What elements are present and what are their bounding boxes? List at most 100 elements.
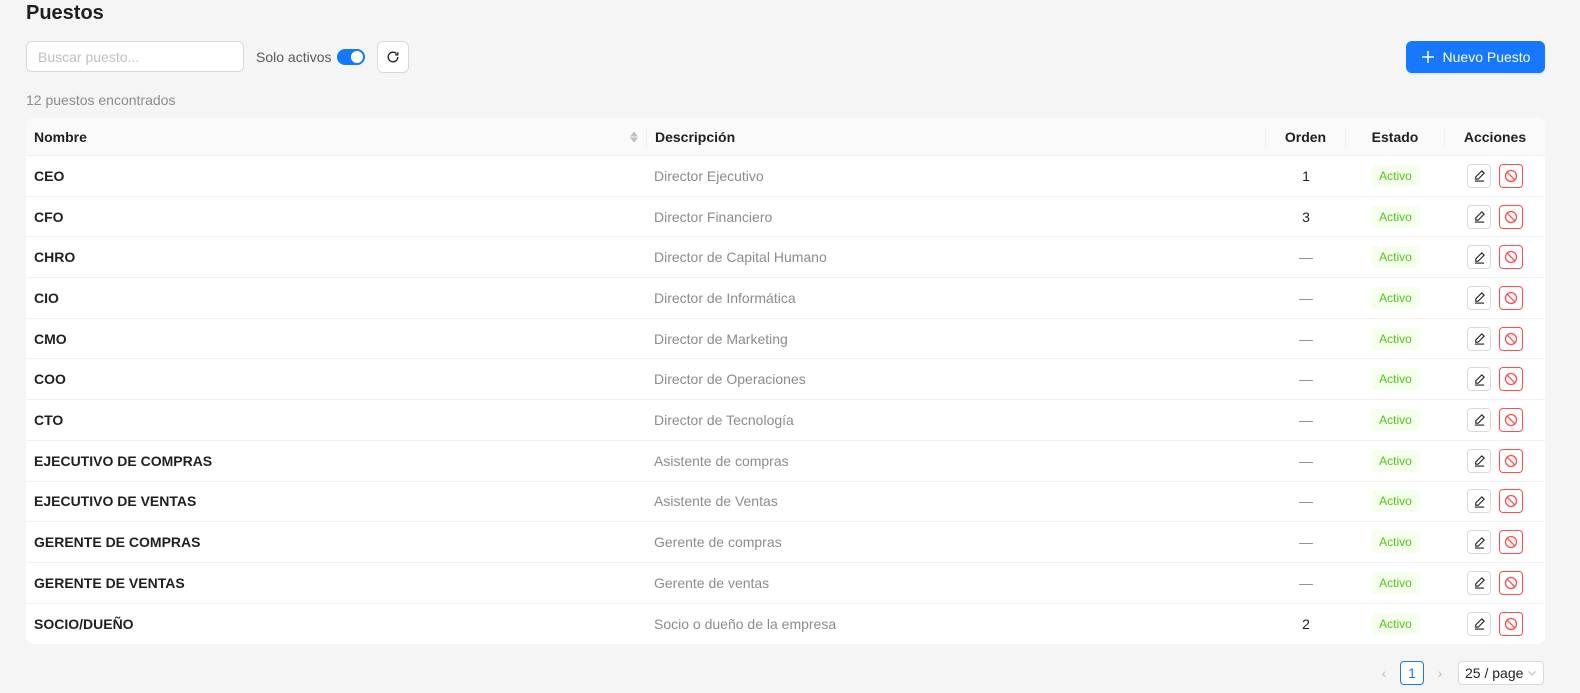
position-description: Director Ejecutivo xyxy=(654,167,764,184)
column-header-label: Estado xyxy=(1371,128,1419,145)
deactivate-button[interactable] xyxy=(1499,204,1523,229)
position-name: CHRO xyxy=(34,249,76,266)
table-row: CEO Director Ejecutivo 1 Activo xyxy=(26,156,1545,197)
cell-estado: Activo xyxy=(1346,278,1445,318)
edit-button[interactable] xyxy=(1467,204,1491,229)
cell-descripcion: Director de Operaciones xyxy=(646,359,1266,399)
cell-orden: 1 xyxy=(1266,156,1346,196)
cell-estado: Activo xyxy=(1346,604,1445,645)
edit-button[interactable] xyxy=(1467,163,1491,188)
position-order: — xyxy=(1299,289,1313,306)
position-order: 2 xyxy=(1302,615,1310,632)
chevron-left-icon[interactable]: ‹ xyxy=(1376,665,1392,681)
status-badge: Activo xyxy=(1371,490,1420,513)
position-order: — xyxy=(1299,452,1313,469)
cell-acciones xyxy=(1445,197,1545,237)
results-count: 12 puestos encontrados xyxy=(26,92,176,108)
cell-nombre: SOCIO/DUEÑO xyxy=(26,604,646,645)
position-description: Asistente de compras xyxy=(654,452,789,469)
column-header-nombre[interactable]: Nombre xyxy=(26,118,646,155)
pagination: ‹ 1 › 25 / page xyxy=(1376,661,1544,685)
new-position-button[interactable]: Nuevo Puesto xyxy=(1406,41,1545,73)
deactivate-button[interactable] xyxy=(1499,570,1523,595)
cell-nombre: CIO xyxy=(26,278,646,318)
block-icon xyxy=(1504,251,1518,264)
active-only-toggle[interactable] xyxy=(337,49,365,65)
position-description: Director de Informática xyxy=(654,289,796,306)
page-size-select[interactable]: 25 / page xyxy=(1458,661,1544,685)
cell-estado: Activo xyxy=(1346,156,1445,196)
status-badge: Activo xyxy=(1371,246,1420,269)
edit-button[interactable] xyxy=(1467,530,1491,555)
edit-icon xyxy=(1474,373,1485,386)
cell-nombre: GERENTE DE COMPRAS xyxy=(26,522,646,562)
cell-acciones xyxy=(1445,563,1545,603)
cell-orden: — xyxy=(1266,563,1346,603)
position-name: CFO xyxy=(34,208,64,225)
page-size-value: 25 / page xyxy=(1465,665,1524,681)
position-order: — xyxy=(1299,371,1313,388)
deactivate-button[interactable] xyxy=(1499,285,1523,310)
page-number[interactable]: 1 xyxy=(1400,661,1424,685)
status-badge: Activo xyxy=(1371,612,1420,635)
deactivate-button[interactable] xyxy=(1499,407,1523,432)
edit-icon xyxy=(1474,333,1485,345)
cell-nombre: EJECUTIVO DE VENTAS xyxy=(26,482,646,522)
position-description: Socio o dueño de la empresa xyxy=(654,615,837,632)
cell-nombre: CEO xyxy=(26,156,646,196)
cell-orden: — xyxy=(1266,441,1346,481)
deactivate-button[interactable] xyxy=(1499,367,1523,392)
position-name: CTO xyxy=(34,411,64,428)
table-row: GERENTE DE VENTAS Gerente de ventas — Activ… xyxy=(26,563,1545,604)
cell-descripcion: Director de Tecnología xyxy=(646,400,1266,440)
deactivate-button[interactable] xyxy=(1499,245,1523,270)
position-name: CMO xyxy=(34,330,67,347)
edit-icon xyxy=(1474,211,1485,223)
table-row: CTO Director de Tecnología — Activo xyxy=(26,400,1545,441)
refresh-icon xyxy=(387,51,399,63)
column-header-label: Nombre xyxy=(34,128,87,145)
deactivate-button[interactable] xyxy=(1499,611,1523,636)
column-header-label: Descripción xyxy=(655,128,736,145)
cell-estado: Activo xyxy=(1346,522,1445,562)
edit-icon xyxy=(1474,414,1485,427)
cell-descripcion: Director Financiero xyxy=(646,197,1266,237)
position-order: — xyxy=(1299,249,1313,266)
cell-orden: 3 xyxy=(1266,197,1346,237)
edit-icon xyxy=(1474,170,1485,182)
cell-nombre: CMO xyxy=(26,319,646,359)
chevron-right-icon[interactable]: › xyxy=(1432,665,1448,681)
edit-icon xyxy=(1474,618,1485,631)
table-row: SOCIO/DUEÑO Socio o dueño de la empresa 2 A… xyxy=(26,604,1545,645)
deactivate-button[interactable] xyxy=(1499,326,1523,351)
position-name: GERENTE DE COMPRAS xyxy=(34,534,201,551)
cell-descripcion: Asistente de compras xyxy=(646,441,1266,481)
deactivate-button[interactable] xyxy=(1499,448,1523,473)
search-input[interactable] xyxy=(26,41,244,72)
deactivate-button[interactable] xyxy=(1499,530,1523,555)
position-description: Asistente de Ventas xyxy=(654,493,778,510)
deactivate-button[interactable] xyxy=(1499,163,1523,188)
deactivate-button[interactable] xyxy=(1499,489,1523,514)
table-row: CIO Director de Informática — Activo xyxy=(26,278,1545,319)
edit-button[interactable] xyxy=(1467,570,1491,595)
edit-button[interactable] xyxy=(1467,326,1491,351)
block-icon xyxy=(1504,454,1518,467)
cell-acciones xyxy=(1445,400,1545,440)
edit-button[interactable] xyxy=(1467,489,1491,514)
page-title: Puestos xyxy=(26,2,104,24)
edit-button[interactable] xyxy=(1467,407,1491,432)
block-icon xyxy=(1504,291,1518,305)
table-row: CMO Director de Marketing — Activo xyxy=(26,319,1545,360)
sort-icon[interactable] xyxy=(630,131,638,142)
block-icon xyxy=(1504,576,1518,589)
edit-button[interactable] xyxy=(1467,611,1491,636)
edit-button[interactable] xyxy=(1467,285,1491,310)
refresh-button[interactable] xyxy=(377,41,409,73)
cell-descripcion: Gerente de ventas xyxy=(646,563,1266,603)
edit-button[interactable] xyxy=(1467,367,1491,392)
edit-button[interactable] xyxy=(1467,245,1491,270)
cell-acciones xyxy=(1445,156,1545,196)
edit-button[interactable] xyxy=(1467,448,1491,473)
new-position-label: Nuevo Puesto xyxy=(1442,49,1531,65)
